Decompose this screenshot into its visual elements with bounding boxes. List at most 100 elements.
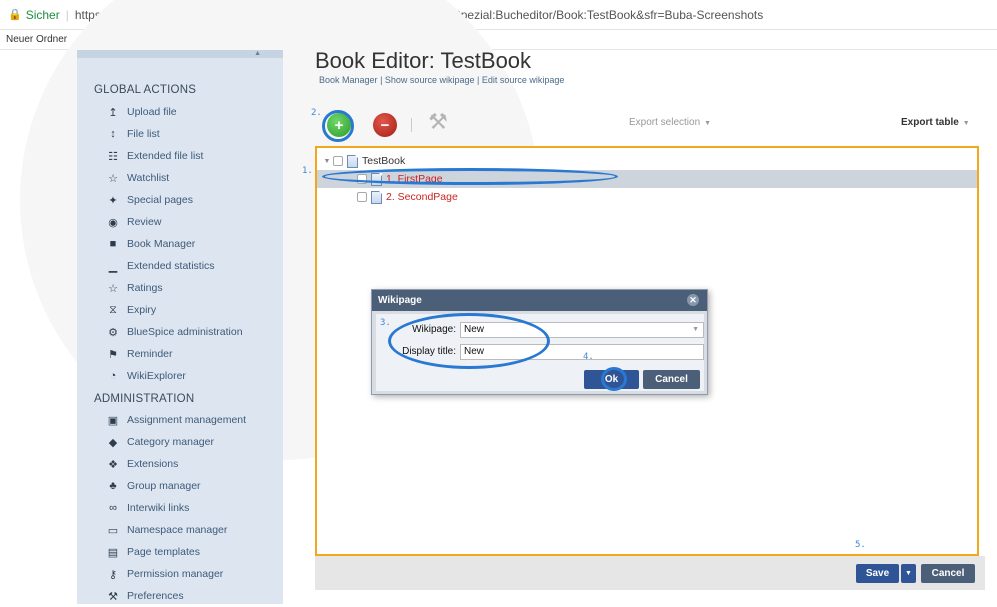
sidebar-item-page-templates[interactable]: ▤ Page templates [77, 541, 283, 563]
group-icon: ♣ [109, 480, 117, 492]
show-source-link[interactable]: Show source wikipage [385, 75, 475, 85]
sidebar-item-upload-file[interactable]: ↥ Upload file [77, 101, 283, 123]
sidebar-item-label: Special pages [127, 194, 193, 206]
sidebar-item-label: Permission manager [127, 568, 224, 580]
chevron-down-icon: ▼ [962, 120, 970, 127]
expand-icon[interactable]: ▼ [321, 158, 333, 165]
sidebar-item-wikiexplorer[interactable]: ◔ WikiExplorer [77, 365, 283, 387]
save-button[interactable]: Save [856, 564, 899, 583]
sidebar-item-label: Watchlist [127, 172, 170, 184]
tree-label-firstpage[interactable]: 1. FirstPage [386, 173, 443, 185]
sidebar-item-label: Review [127, 216, 162, 228]
special-icon: ✦ [108, 194, 118, 207]
document-icon [347, 154, 358, 168]
sidebar-item-namespace-manager[interactable]: ▭ Namespace manager [77, 519, 283, 541]
puzzle-icon: ❖ [108, 458, 118, 471]
sidebar-item-watchlist[interactable]: ☆ Watchlist [77, 167, 283, 189]
sidebar-item-label: Group manager [127, 480, 201, 492]
sidebar-item-label: Expiry [127, 304, 157, 316]
sidebar-item-reminder[interactable]: ⚑ Reminder [77, 343, 283, 365]
tree-row-secondpage[interactable]: 2. SecondPage [317, 188, 977, 206]
tree-row-root[interactable]: ▼ TestBook [317, 152, 977, 170]
annotation-2: 2. [311, 108, 322, 118]
sidebar-item-group-manager[interactable]: ♣ Group manager [77, 475, 283, 497]
sidebar-item-label: Extended file list [127, 150, 204, 162]
hourglass-icon: ⧖ [109, 303, 117, 316]
collapse-up-icon[interactable]: ▲ [254, 50, 261, 57]
sidebar-item-special-pages[interactable]: ✦ Special pages [77, 189, 283, 211]
close-icon[interactable]: ✕ [687, 294, 699, 306]
display-title-input[interactable]: New [460, 344, 704, 360]
chevron-down-icon[interactable]: ▼ [692, 323, 699, 337]
wrench-icon: ⚒ [108, 590, 118, 603]
tree-label-root[interactable]: TestBook [362, 155, 405, 167]
key-icon: ⚷ [108, 568, 118, 581]
sidebar-item-review[interactable]: ◉ Review [77, 211, 283, 233]
export-selection-button[interactable]: Export selection ▼ [629, 117, 711, 135]
sidebar-item-extended-statistics[interactable]: ▁ Extended statistics [77, 255, 283, 277]
ok-button[interactable]: Ok [584, 370, 639, 389]
chart-icon: ▁ [108, 260, 118, 273]
chevron-down-icon: ▼ [704, 120, 712, 127]
gear-icon: ⚙ [108, 326, 118, 339]
sidebar-item-file-list[interactable]: ↕ File list [77, 123, 283, 145]
dialog-header: Wikipage ✕ [372, 290, 707, 311]
bookmark-folder[interactable]: Neuer Ordner [6, 34, 67, 45]
sidebar-item-book-manager[interactable]: ■ Book Manager [77, 233, 283, 255]
sidebar-item-label: Namespace manager [127, 524, 228, 536]
save-dropdown-button[interactable]: ▼ [901, 564, 916, 583]
remove-page-button[interactable]: − [373, 113, 397, 137]
wikipage-combo[interactable]: New ▼ [460, 322, 704, 338]
link-icon: ∞ [109, 502, 117, 514]
sidebar-item-label: BlueSpice administration [127, 326, 243, 338]
assignment-icon: ▣ [107, 414, 119, 427]
tree-checkbox[interactable] [333, 156, 343, 166]
template-icon: ▤ [107, 546, 119, 559]
sidebar-item-interwiki-links[interactable]: ∞ Interwiki links [77, 497, 283, 519]
annotation-1: 1. [302, 166, 313, 176]
sidebar-item-expiry[interactable]: ⧖ Expiry [77, 299, 283, 321]
sidebar-item-label: Reminder [127, 348, 173, 360]
export-table-button[interactable]: Export table ▼ [901, 117, 970, 135]
annotation-3: 3. [380, 318, 391, 328]
sidebar-item-extended-file-list[interactable]: ☷ Extended file list [77, 145, 283, 167]
sidebar-item-category-manager[interactable]: ◆ Category manager [77, 431, 283, 453]
sort-icon: ↕ [110, 128, 116, 140]
tree-checkbox[interactable] [357, 174, 367, 184]
sidebar-item-permission-manager[interactable]: ⚷ Permission manager [77, 563, 283, 585]
sidebar-item-label: Assignment management [127, 414, 247, 426]
sidebar-item-assignment-management[interactable]: ▣ Assignment management [77, 409, 283, 431]
sidebar-item-label: Upload file [127, 106, 177, 118]
subnav: Book Manager | Show source wikipage | Ed… [319, 75, 565, 85]
tree-checkbox[interactable] [357, 192, 367, 202]
tree-row-firstpage[interactable]: 1. FirstPage [317, 170, 977, 188]
toolbar: + − ⚒ Export selection ▼ Export table ▼ [315, 108, 985, 144]
sidebar-item-label: Ratings [127, 282, 163, 294]
compass-icon: ◔ [109, 370, 117, 382]
sidebar-item-extensions[interactable]: ❖ Extensions [77, 453, 283, 475]
bottom-action-bar: Save ▼ Cancel [315, 556, 985, 590]
sidebar-item-ratings[interactable]: ☆ Ratings [77, 277, 283, 299]
administration-list: ▣ Assignment management ◆ Category manager ❖… [77, 409, 283, 607]
sidebar-item-label: Preferences [127, 590, 184, 602]
tree-label-secondpage[interactable]: 2. SecondPage [386, 191, 458, 203]
sidebar-item-label: Extended statistics [127, 260, 215, 272]
add-page-button[interactable]: + [327, 113, 351, 137]
cancel-button[interactable]: Cancel [921, 564, 975, 583]
page-title: Book Editor: TestBook [315, 48, 532, 73]
sidebar-item-label: File list [127, 128, 160, 140]
dialog-title: Wikipage [378, 295, 422, 306]
upload-icon: ↥ [108, 106, 118, 119]
sidebar-item-label: Book Manager [127, 238, 196, 250]
star-outline-icon: ☆ [108, 282, 118, 295]
list-box-icon: ☷ [108, 150, 118, 163]
dialog-cancel-button[interactable]: Cancel [643, 370, 700, 389]
sidebar-item-label: WikiExplorer [127, 370, 186, 382]
sidebar-item-bluespice-administration[interactable]: ⚙ BlueSpice administration [77, 321, 283, 343]
edit-source-link[interactable]: Edit source wikipage [482, 75, 565, 85]
book-manager-link[interactable]: Book Manager [319, 75, 378, 85]
wrench-tools-icon[interactable]: ⚒ [423, 109, 453, 139]
sidebar: ▲ GLOBAL ACTIONS ↥ Upload file ↕ File list ☷… [77, 50, 283, 604]
namespace-icon: ▭ [107, 524, 119, 537]
book-icon: ■ [109, 238, 117, 250]
